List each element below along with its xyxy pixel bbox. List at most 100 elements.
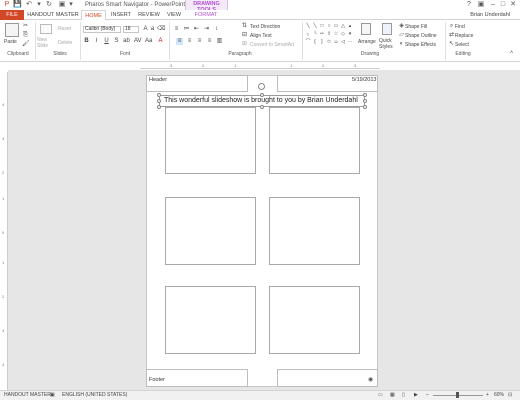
columns-icon[interactable]: ▥ — [216, 38, 223, 45]
decrease-font-size-icon[interactable]: a — [149, 26, 156, 33]
underline-icon[interactable]: U — [103, 38, 110, 45]
clear-formatting-icon[interactable]: ⌫ — [157, 26, 165, 33]
customize-qat-icon[interactable]: ▾ — [67, 1, 75, 9]
zoom-in-icon[interactable]: + — [486, 390, 489, 400]
font-color-icon[interactable]: A — [157, 38, 164, 45]
delete-label[interactable]: Delete — [58, 40, 72, 46]
line-shape-icon[interactable]: ╲ — [312, 23, 318, 29]
align-right-icon[interactable]: ≡ — [196, 38, 203, 45]
scroll-up-icon[interactable]: ▴ — [347, 23, 353, 29]
undo-icon[interactable]: ↶ — [25, 1, 33, 9]
quick-styles-icon[interactable] — [382, 23, 392, 35]
slideshow-icon[interactable]: ▶ — [414, 390, 418, 400]
align-left-icon[interactable]: ≡ — [176, 38, 183, 45]
text-direction-button[interactable]: Text Direction — [250, 24, 280, 30]
zoom-out-icon[interactable]: – — [426, 390, 429, 400]
shape-outline-button[interactable]: Shape Outline — [405, 33, 437, 39]
tab-format[interactable]: FORMAT — [188, 10, 224, 20]
proofing-icon[interactable]: ▣ — [50, 390, 55, 400]
shapes-gallery[interactable]: ╲ ╲ □ ○ ▭ △ ▴ ┐ └ ⇨ ⇧ ☆ ◇ ▾ ⌒ { } ✩ ☺ ◁ … — [305, 23, 357, 49]
slide-placeholder[interactable] — [165, 107, 256, 174]
character-spacing-icon[interactable]: AV — [134, 38, 142, 45]
justify-icon[interactable]: ≡ — [206, 38, 213, 45]
callout-shape-icon[interactable]: ◁ — [340, 39, 346, 45]
slide-placeholder[interactable] — [269, 286, 360, 354]
rectangle-shape-icon[interactable]: □ — [319, 23, 325, 29]
shape-effects-button[interactable]: Shape Effects — [405, 42, 436, 48]
resize-handle[interactable] — [260, 105, 264, 109]
font-size-dropdown[interactable]: 18 — [123, 26, 139, 33]
slide-placeholder[interactable] — [165, 286, 256, 354]
tab-handout-master[interactable]: HANDOUT MASTER — [27, 10, 79, 20]
italic-icon[interactable]: I — [93, 38, 100, 45]
smiley-shape-icon[interactable]: ☺ — [333, 39, 339, 45]
rotate-handle-icon[interactable] — [258, 83, 265, 90]
callout-shape-icon[interactable]: ◇ — [340, 31, 346, 37]
star-shape-icon[interactable]: ✩ — [326, 39, 332, 45]
copy-icon[interactable]: ⎘ — [22, 32, 29, 39]
user-name[interactable]: Brian Underdahl — [440, 10, 510, 20]
triangle-shape-icon[interactable]: △ — [340, 23, 346, 29]
shape-effects-icon[interactable]: ◐ — [398, 41, 405, 48]
language-indicator[interactable]: ENGLISH (UNITED STATES) — [62, 390, 127, 400]
shadow-icon[interactable]: S — [113, 38, 120, 45]
select-button[interactable]: Select — [455, 42, 469, 48]
resize-handle[interactable] — [363, 105, 367, 109]
quick-styles-button[interactable]: Quick Styles — [379, 38, 397, 50]
replace-button[interactable]: Replace — [455, 33, 473, 39]
resize-handle[interactable] — [157, 93, 161, 97]
shape-fill-icon[interactable]: ◈ — [398, 23, 405, 30]
arrange-button[interactable]: Arrange — [358, 39, 376, 45]
slide-placeholder[interactable] — [269, 197, 360, 265]
rectangle-shape-icon[interactable]: ▭ — [333, 23, 339, 29]
resize-handle[interactable] — [260, 93, 264, 97]
normal-view-icon[interactable]: ▭ — [378, 390, 383, 400]
scroll-down-icon[interactable]: ▾ — [347, 31, 353, 37]
change-case-icon[interactable]: Aa — [145, 38, 152, 45]
shape-fill-button[interactable]: Shape Fill — [405, 24, 427, 30]
zoom-level[interactable]: 60% — [494, 390, 504, 400]
brace-shape-icon[interactable]: } — [319, 39, 325, 45]
convert-smartart-button[interactable]: Convert to SmartArt — [250, 42, 294, 48]
zoom-slider-thumb[interactable] — [456, 392, 459, 398]
line-shape-icon[interactable]: ╲ — [305, 23, 311, 29]
decrease-indent-icon[interactable]: ⇤ — [193, 26, 200, 33]
tab-review[interactable]: REVIEW — [136, 10, 162, 20]
align-text-button[interactable]: Align Text — [250, 33, 272, 39]
curve-shape-icon[interactable]: ⌒ — [305, 39, 311, 45]
resize-handle[interactable] — [157, 99, 161, 103]
format-painter-icon[interactable]: 🖌 — [22, 41, 30, 48]
line-spacing-icon[interactable]: ↕ — [213, 26, 220, 33]
paste-icon[interactable] — [5, 23, 19, 37]
fit-slide-icon[interactable]: ⊡ — [508, 390, 512, 400]
start-from-beginning-icon[interactable]: ▣ — [58, 1, 66, 9]
paste-label[interactable]: Paste — [4, 39, 17, 45]
brace-shape-icon[interactable]: { — [312, 39, 318, 45]
reset-label[interactable]: Reset — [58, 26, 71, 32]
replace-icon[interactable]: ⇄ — [448, 32, 455, 39]
strikethrough-icon[interactable]: ab — [123, 38, 130, 45]
page-number-placeholder[interactable] — [277, 369, 378, 387]
slide-placeholder[interactable] — [165, 197, 256, 265]
numbering-icon[interactable]: ≔ — [183, 26, 190, 33]
arrow-shape-icon[interactable]: ⇨ — [319, 31, 325, 37]
tab-file[interactable]: FILE — [0, 10, 24, 20]
select-icon[interactable]: ↖ — [448, 41, 455, 48]
bullets-icon[interactable]: ≡ — [173, 26, 180, 33]
corner-shape-icon[interactable]: └ — [312, 31, 318, 37]
resize-handle[interactable] — [363, 99, 367, 103]
arrow-shape-icon[interactable]: ⇧ — [326, 31, 332, 37]
arrange-icon[interactable] — [361, 23, 371, 35]
oval-shape-icon[interactable]: ○ — [326, 23, 332, 29]
tab-view[interactable]: VIEW — [164, 10, 184, 20]
save-icon[interactable]: 💾 — [13, 1, 22, 9]
align-center-icon[interactable]: ≡ — [186, 38, 193, 45]
more-shapes-icon[interactable]: ⋯ — [347, 39, 353, 45]
align-text-icon[interactable]: ⊟ — [241, 32, 248, 39]
collapse-ribbon-icon[interactable]: ^ — [508, 51, 515, 58]
undo-dropdown-icon[interactable]: ▾ — [35, 1, 43, 9]
resize-handle[interactable] — [157, 105, 161, 109]
redo-icon[interactable]: ↻ — [45, 1, 53, 9]
new-slide-icon[interactable] — [40, 24, 52, 34]
slide-sorter-icon[interactable]: ▦ — [390, 390, 395, 400]
